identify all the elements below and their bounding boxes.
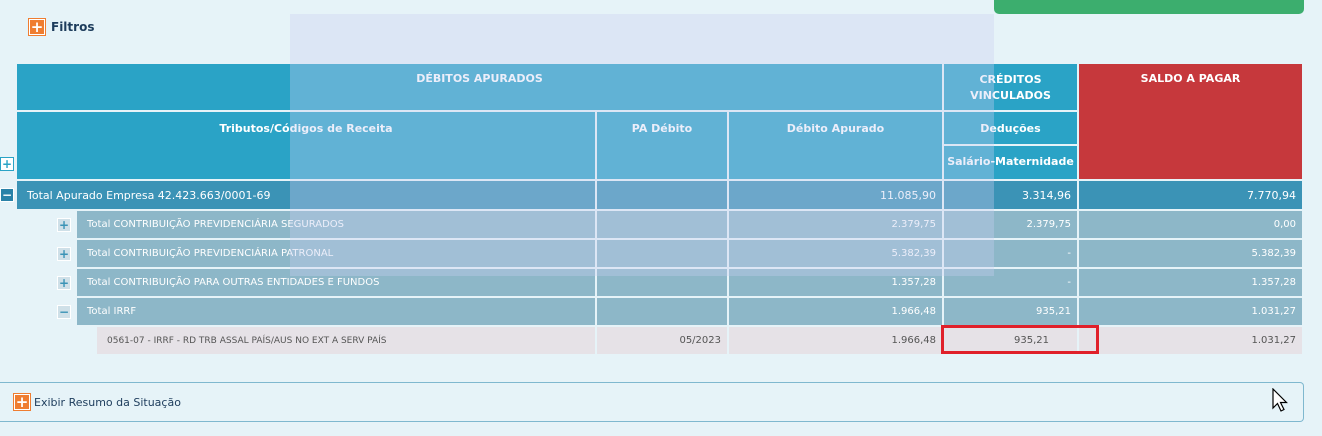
table-row-label: Total CONTRIBUIÇÃO PREVIDENCIÁRIA SEGURA… — [77, 211, 595, 238]
table-cell-saldo: 1.031,27 — [1079, 327, 1302, 354]
table-cell-pa — [597, 181, 727, 209]
table-row-label: Total IRRF — [77, 298, 595, 325]
expand-icon: + — [28, 18, 46, 36]
table-cell-debito: 1.966,48 — [729, 298, 942, 325]
mouse-cursor-icon — [1272, 388, 1288, 412]
collapse-icon[interactable]: − — [57, 305, 71, 319]
table-cell-pa: 05/2023 — [597, 327, 727, 354]
table-cell-deducoes: - — [944, 269, 1077, 296]
expand-icon[interactable]: + — [57, 247, 71, 261]
table-cell-deducoes: 2.379,75 — [944, 211, 1077, 238]
table-cell-debito: 11.085,90 — [729, 181, 942, 209]
header-debito-apurado: Débito Apurado — [729, 112, 942, 179]
table-cell-saldo: 0,00 — [1079, 211, 1302, 238]
table-row-label: Total CONTRIBUIÇÃO PARA OUTRAS ENTIDADES… — [77, 269, 595, 296]
table-cell-pa — [597, 298, 727, 325]
header-saldo-a-pagar: SALDO A PAGAR — [1079, 64, 1302, 179]
table-cell-debito: 2.379,75 — [729, 211, 942, 238]
table-cell-debito: 1.966,48 — [729, 327, 942, 354]
table-cell-saldo: 1.357,28 — [1079, 269, 1302, 296]
table-cell-pa — [597, 269, 727, 296]
primary-action-button[interactable] — [994, 0, 1304, 14]
filters-label: Filtros — [51, 20, 95, 34]
table-cell-saldo: 7.770,94 — [1079, 181, 1302, 209]
resumo-toggle[interactable]: + Exibir Resumo da Situação — [0, 382, 1304, 422]
table-cell-pa — [597, 240, 727, 267]
table-cell-pa — [597, 211, 727, 238]
table-row-label: 0561-07 - IRRF - RD TRB ASSAL PAÍS/AUS N… — [97, 327, 595, 354]
table-cell-debito: 5.382,39 — [729, 240, 942, 267]
table-row-label: Total Apurado Empresa 42.423.663/0001-69 — [17, 181, 595, 209]
table-cell-deducoes: 935,21 — [944, 298, 1077, 325]
highlight-box — [941, 325, 1099, 354]
expand-icon[interactable]: + — [57, 218, 71, 232]
table-cell-deducoes: - — [944, 240, 1077, 267]
table-row-label: Total CONTRIBUIÇÃO PREVIDENCIÁRIA PATRON… — [77, 240, 595, 267]
table-cell-saldo: 1.031,27 — [1079, 298, 1302, 325]
header-tributos: Tributos/Códigos de Receita — [17, 112, 595, 179]
header-pa-debito: PA Débito — [597, 112, 727, 179]
header-debitos-apurados: DÉBITOS APURADOS — [17, 64, 942, 110]
collapse-icon[interactable]: − — [0, 188, 14, 202]
expand-icon: + — [13, 393, 31, 411]
expand-all-icon[interactable]: + — [0, 157, 14, 171]
filters-toggle[interactable]: + Filtros — [28, 18, 95, 36]
expand-icon[interactable]: + — [57, 276, 71, 290]
table-cell-saldo: 5.382,39 — [1079, 240, 1302, 267]
resumo-label: Exibir Resumo da Situação — [34, 395, 181, 409]
header-creditos-vinculados: CRÉDITOS VINCULADOS — [944, 64, 1077, 110]
header-deducoes: Deduções — [944, 112, 1077, 144]
table-cell-debito: 1.357,28 — [729, 269, 942, 296]
table-cell-deducoes: 3.314,96 — [944, 181, 1077, 209]
header-salario-maternidade: Salário-Maternidade — [944, 146, 1077, 179]
